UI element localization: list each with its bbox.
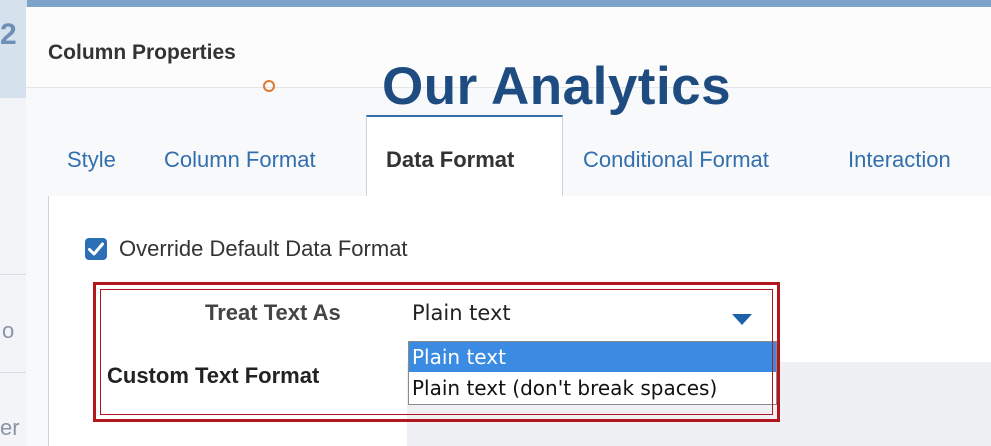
window-top-rule	[0, 0, 991, 7]
check-icon	[88, 242, 104, 256]
dialog-header: Column Properties Our Analytics	[26, 7, 991, 116]
brand-watermark: Our Analytics	[382, 57, 732, 116]
tab-bar: Style Column Format Data Format Conditio…	[26, 115, 991, 197]
override-checkbox[interactable]	[85, 238, 107, 260]
tab-column-format[interactable]: Column Format	[164, 147, 316, 173]
tab-data-format[interactable]: Data Format	[386, 147, 514, 173]
highlight-annotation-box	[93, 282, 780, 422]
column-properties-dialog: Column Properties Our Analytics Style Co…	[26, 7, 991, 446]
data-format-panel: Override Default Data Format Treat Text …	[48, 196, 991, 446]
tab-conditional-format[interactable]: Conditional Format	[583, 147, 769, 173]
override-label: Override Default Data Format	[119, 236, 408, 261]
tab-interaction[interactable]: Interaction	[848, 147, 951, 173]
background-app-sidebar: 2 o er	[0, 0, 27, 446]
dialog-title: Column Properties	[48, 41, 236, 64]
tab-style[interactable]: Style	[67, 147, 116, 173]
brand-dot-icon	[263, 80, 275, 92]
background-glyph: er	[0, 415, 20, 440]
background-glyph: o	[2, 318, 15, 343]
background-glyph: 2	[0, 18, 17, 51]
